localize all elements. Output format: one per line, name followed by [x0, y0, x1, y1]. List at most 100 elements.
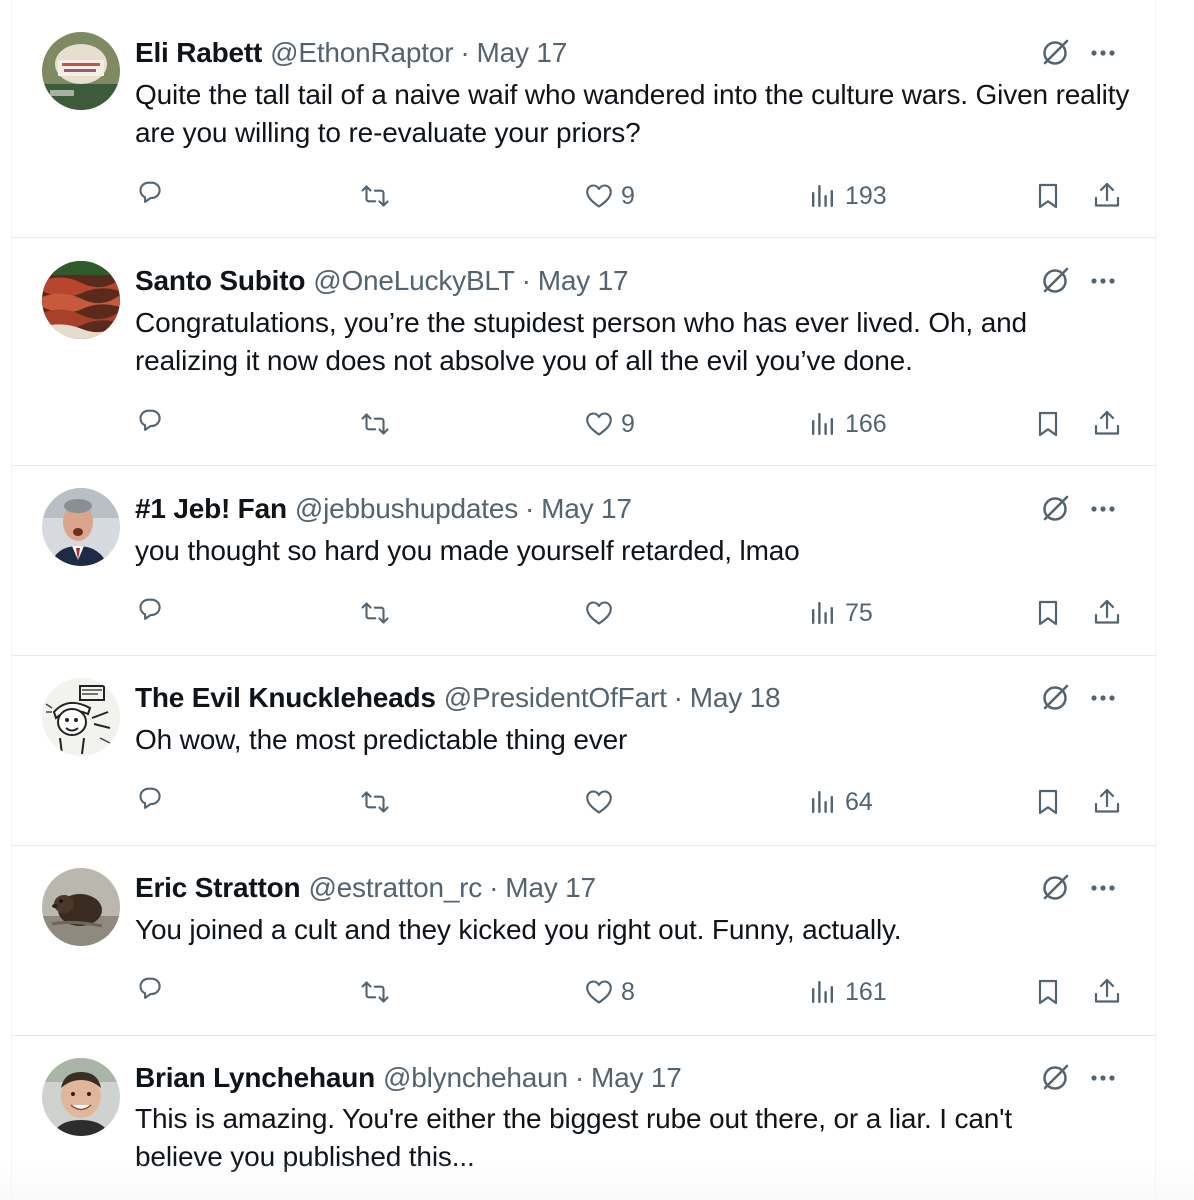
reply-icon	[139, 598, 161, 620]
author-name[interactable]: Eli Rabett	[135, 37, 262, 69]
action-bar: 9 193	[12, 176, 1157, 216]
tweet-menu	[1037, 492, 1119, 526]
author-handle[interactable]: @jebbushupdates	[295, 493, 518, 525]
view-count: 161	[845, 977, 887, 1006]
separator-dot: ·	[574, 1062, 584, 1093]
retweet-button[interactable]	[358, 404, 392, 444]
more-icon[interactable]	[1087, 1062, 1119, 1094]
reply-button[interactable]	[134, 782, 168, 822]
grok-icon[interactable]	[1037, 491, 1073, 527]
like-button[interactable]	[582, 782, 621, 822]
tweet-date[interactable]: May 17	[505, 872, 596, 904]
tweet-date[interactable]: May 17	[591, 1062, 682, 1094]
tweet-date[interactable]: May 17	[541, 493, 632, 525]
action-bar: 9 166	[12, 404, 1157, 444]
bookmark-button[interactable]	[1031, 593, 1065, 633]
views-button[interactable]: 161	[806, 972, 887, 1012]
author-name[interactable]: Eric Stratton	[135, 872, 301, 904]
tweet-date[interactable]: May 17	[477, 37, 568, 69]
tweet[interactable]: Eli Rabett @EthonRaptor · May 17 Quite t…	[12, 0, 1157, 238]
author-handle[interactable]: @EthonRaptor	[270, 37, 453, 69]
separator-dot: ·	[525, 493, 535, 524]
like-count: 8	[621, 977, 635, 1006]
author-handle[interactable]: @OneLuckyBLT	[313, 265, 515, 297]
reply-feed: Eli Rabett @EthonRaptor · May 17 Quite t…	[11, 0, 1157, 1200]
retweet-button[interactable]	[358, 972, 392, 1012]
avatar[interactable]	[42, 1058, 120, 1136]
author-handle[interactable]: @estratton_rc	[308, 872, 482, 904]
reply-button[interactable]	[134, 404, 168, 444]
heart-icon	[586, 184, 612, 208]
grok-icon[interactable]	[1037, 870, 1073, 906]
tweet[interactable]: Santo Subito @OneLuckyBLT · May 17 Congr…	[12, 238, 1157, 466]
grok-icon[interactable]	[1037, 263, 1073, 299]
share-button[interactable]	[1090, 593, 1124, 633]
bookmark-button[interactable]	[1031, 972, 1065, 1012]
separator-dot: ·	[489, 872, 499, 903]
share-button[interactable]	[1090, 404, 1124, 444]
author-name[interactable]: #1 Jeb! Fan	[135, 493, 287, 525]
action-bar: 75	[12, 593, 1157, 633]
author-name[interactable]: Santo Subito	[135, 265, 305, 297]
more-icon[interactable]	[1087, 682, 1119, 714]
views-button[interactable]: 193	[806, 176, 887, 216]
views-icon	[812, 791, 833, 813]
author-name[interactable]: Brian Lynchehaun	[135, 1062, 375, 1094]
bookmark-icon	[1038, 789, 1058, 815]
avatar[interactable]	[42, 868, 120, 946]
retweet-icon	[361, 413, 389, 435]
separator-dot: ·	[521, 265, 531, 296]
avatar[interactable]	[42, 32, 120, 110]
tweet-header: #1 Jeb! Fan @jebbushupdates · May 17	[135, 492, 632, 526]
retweet-icon	[361, 791, 389, 813]
tweet[interactable]: The Evil Knuckleheads @PresidentOfFart ·…	[12, 656, 1157, 846]
grok-icon[interactable]	[1037, 680, 1073, 716]
share-icon	[1094, 978, 1120, 1003]
author-handle[interactable]: @PresidentOfFart	[444, 682, 667, 714]
like-button[interactable]: 9	[582, 404, 635, 444]
share-button[interactable]	[1090, 176, 1124, 216]
avatar[interactable]	[42, 678, 120, 756]
more-icon[interactable]	[1087, 872, 1119, 904]
retweet-button[interactable]	[358, 593, 392, 633]
share-button[interactable]	[1090, 782, 1124, 822]
reply-button[interactable]	[134, 593, 168, 633]
retweet-icon	[361, 602, 389, 624]
grok-icon[interactable]	[1037, 1060, 1073, 1096]
reply-button[interactable]	[134, 972, 168, 1012]
tweet[interactable]: #1 Jeb! Fan @jebbushupdates · May 17 you…	[12, 466, 1157, 656]
more-icon[interactable]	[1087, 493, 1119, 525]
bookmark-button[interactable]	[1031, 176, 1065, 216]
tweet-date[interactable]: May 17	[538, 265, 629, 297]
grok-icon[interactable]	[1037, 35, 1073, 71]
share-button[interactable]	[1090, 972, 1124, 1012]
tweet[interactable]: Brian Lynchehaun @blynchehaun · May 17 T…	[12, 1036, 1157, 1200]
views-button[interactable]: 75	[806, 593, 873, 633]
reply-button[interactable]	[134, 176, 168, 216]
tweet-text: Congratulations, you’re the stupidest pe…	[135, 307, 1027, 376]
view-count: 75	[845, 598, 873, 627]
share-icon	[1094, 599, 1120, 624]
author-handle[interactable]: @blynchehaun	[383, 1062, 568, 1094]
avatar[interactable]	[42, 488, 120, 566]
author-name[interactable]: The Evil Knuckleheads	[135, 682, 436, 714]
retweet-button[interactable]	[358, 176, 392, 216]
retweet-button[interactable]	[358, 782, 392, 822]
like-button[interactable]	[582, 593, 621, 633]
views-button[interactable]: 64	[806, 782, 873, 822]
heart-icon	[586, 601, 612, 625]
more-icon[interactable]	[1087, 265, 1119, 297]
bookmark-button[interactable]	[1031, 404, 1065, 444]
tweet-date[interactable]: May 18	[690, 682, 781, 714]
views-button[interactable]: 166	[806, 404, 887, 444]
like-count: 9	[621, 409, 635, 438]
tweet[interactable]: Eric Stratton @estratton_rc · May 17 You…	[12, 846, 1157, 1036]
avatar[interactable]	[42, 261, 120, 339]
views-icon	[812, 185, 833, 207]
bookmark-button[interactable]	[1031, 782, 1065, 822]
tweet-text: This is amazing. You're either the bigge…	[135, 1103, 1012, 1172]
like-button[interactable]: 8	[582, 972, 635, 1012]
more-icon[interactable]	[1087, 37, 1119, 69]
reply-icon	[139, 409, 161, 431]
like-button[interactable]: 9	[582, 176, 635, 216]
